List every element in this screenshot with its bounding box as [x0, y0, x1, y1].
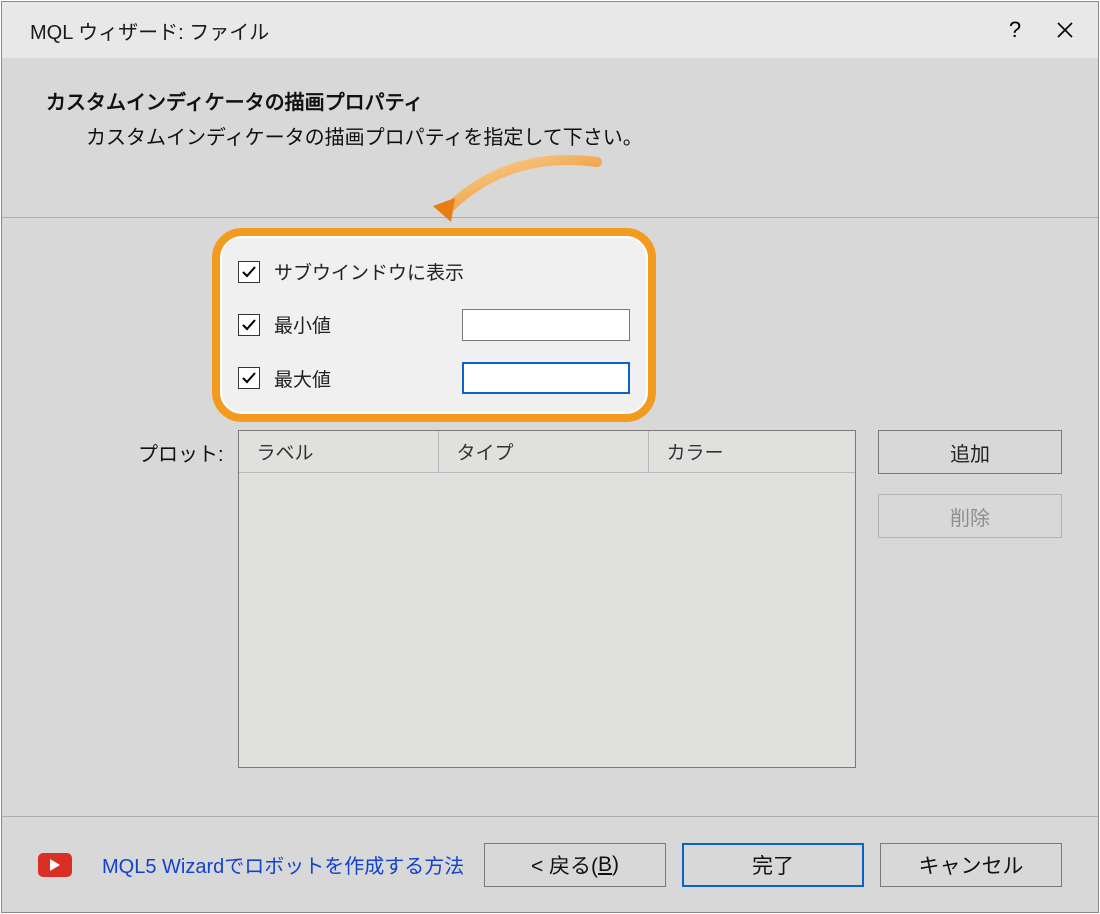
back-button-key: B: [598, 853, 612, 877]
play-icon: [49, 858, 61, 872]
show-subwindow-checkbox[interactable]: [238, 261, 260, 283]
mql-wizard-window: MQL ウィザード: ファイル ? カスタムインディケータの描画プロパティ カス…: [1, 1, 1099, 913]
plot-col-color[interactable]: カラー: [649, 431, 855, 472]
close-icon: [1056, 21, 1074, 39]
min-input[interactable]: [462, 309, 630, 341]
back-button-prefix: < 戻る(: [531, 850, 598, 880]
min-row: 最小値: [238, 307, 630, 342]
body: サブウインドウに表示 最小値 最大値 プロット:: [2, 218, 1098, 816]
cancel-button[interactable]: キャンセル: [880, 843, 1062, 887]
help-button[interactable]: ?: [990, 2, 1040, 58]
plot-section: プロット: ラベル タイプ カラー 追加 削除: [42, 430, 1062, 768]
window-title: MQL ウィザード: ファイル: [30, 16, 990, 45]
plot-side-buttons: 追加 削除: [878, 430, 1062, 538]
back-button-suffix: ): [612, 853, 619, 877]
min-label: 最小値: [274, 311, 331, 338]
titlebar: MQL ウィザード: ファイル ?: [2, 2, 1098, 58]
max-label: 最大値: [274, 365, 331, 392]
show-subwindow-label: サブウインドウに表示: [274, 258, 464, 285]
check-icon: [241, 264, 257, 280]
plot-table[interactable]: ラベル タイプ カラー: [238, 430, 856, 768]
max-input[interactable]: [462, 362, 630, 394]
delete-button: 削除: [878, 494, 1062, 538]
add-button[interactable]: 追加: [878, 430, 1062, 474]
close-button[interactable]: [1040, 2, 1090, 58]
check-icon: [241, 317, 257, 333]
plot-table-header: ラベル タイプ カラー: [239, 431, 855, 473]
max-row: 最大値: [238, 361, 630, 396]
max-checkbox[interactable]: [238, 367, 260, 389]
youtube-icon[interactable]: [38, 853, 72, 877]
show-subwindow-row: サブウインドウに表示: [238, 254, 630, 289]
footer: MQL5 Wizardでロボットを作成する方法 < 戻る(B) 完了 キャンセル: [2, 816, 1098, 912]
header: カスタムインディケータの描画プロパティ カスタムインディケータの描画プロパティを…: [2, 58, 1098, 218]
plot-table-body[interactable]: [239, 473, 855, 767]
help-link[interactable]: MQL5 Wizardでロボットを作成する方法: [102, 850, 468, 879]
finish-button[interactable]: 完了: [682, 843, 864, 887]
min-checkbox[interactable]: [238, 314, 260, 336]
check-icon: [241, 370, 257, 386]
plot-label: プロット:: [42, 430, 238, 467]
plot-col-label[interactable]: ラベル: [239, 431, 439, 472]
page-subtitle: カスタムインディケータの描画プロパティを指定して下さい。: [86, 121, 1098, 150]
subwindow-settings-panel: サブウインドウに表示 最小値 最大値: [212, 228, 656, 422]
plot-col-type[interactable]: タイプ: [439, 431, 649, 472]
page-title: カスタムインディケータの描画プロパティ: [46, 86, 1098, 115]
back-button[interactable]: < 戻る(B): [484, 843, 666, 887]
